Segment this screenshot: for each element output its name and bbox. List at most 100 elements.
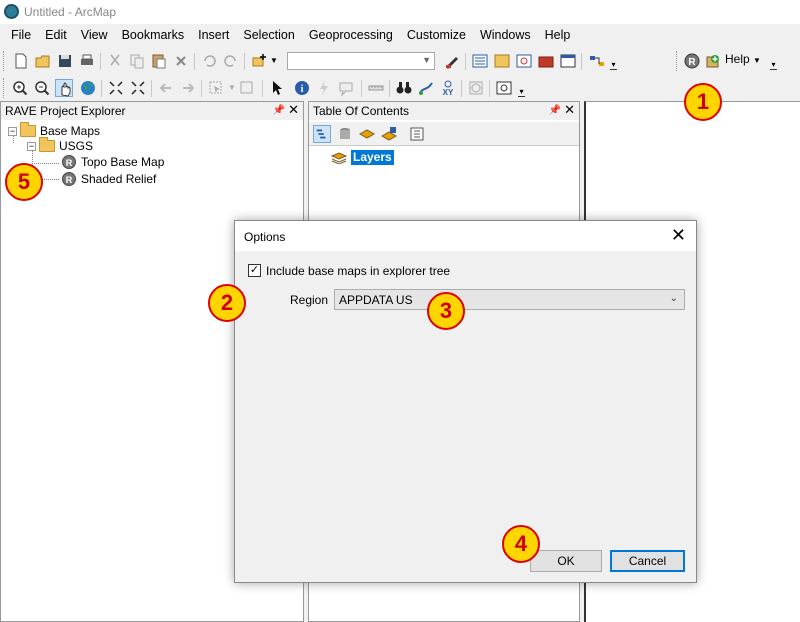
toolbar-separator xyxy=(461,80,462,97)
toc-layers-node[interactable]: Layers xyxy=(331,150,394,165)
collapse-icon[interactable]: − xyxy=(27,141,36,151)
ok-button[interactable]: OK xyxy=(530,550,602,572)
menu-windows[interactable]: Windows xyxy=(473,24,538,46)
arctoolbox-icon[interactable] xyxy=(537,52,555,70)
pin-icon[interactable]: 📌 xyxy=(549,102,561,120)
select-dropdown-icon[interactable]: ▼ xyxy=(228,83,236,92)
toolbar-options-icon[interactable]: ▾ xyxy=(770,60,777,70)
menu-edit[interactable]: Edit xyxy=(38,24,74,46)
cut-icon[interactable] xyxy=(106,52,124,70)
select-features-icon[interactable] xyxy=(207,79,225,97)
toolbar-options-icon[interactable]: ▾ xyxy=(610,60,617,70)
dialog-title: Options xyxy=(244,230,286,244)
include-base-maps-checkbox[interactable]: ✓ xyxy=(248,264,261,277)
model-builder-icon[interactable] xyxy=(588,52,606,70)
menu-insert[interactable]: Insert xyxy=(191,24,236,46)
rave-panel-title: RAVE Project Explorer xyxy=(5,104,126,118)
open-folder-icon[interactable] xyxy=(34,52,52,70)
select-elements-arrow-icon[interactable] xyxy=(268,79,286,97)
delete-icon[interactable] xyxy=(172,52,190,70)
close-icon[interactable]: ✕ xyxy=(288,101,299,119)
toolbar-separator xyxy=(489,80,490,97)
tree-node-base-maps[interactable]: − Base Maps xyxy=(8,122,100,139)
create-viewer-window-icon[interactable] xyxy=(495,79,513,97)
tree-item-shaded-relief[interactable]: R Shaded Relief xyxy=(62,171,156,187)
measure-icon[interactable] xyxy=(367,79,385,97)
fixed-zoom-out-icon[interactable] xyxy=(129,79,147,97)
layers-label: Layers xyxy=(351,150,394,165)
include-base-maps-label[interactable]: Include base maps in explorer tree xyxy=(266,264,450,278)
pin-icon[interactable]: 📌 xyxy=(273,102,285,120)
toolbar-options-icon[interactable]: ▾ xyxy=(518,87,525,97)
close-icon[interactable]: ✕ xyxy=(564,101,575,119)
full-extent-globe-icon[interactable] xyxy=(79,79,97,97)
standard-toolbar: ▼ ▼ ▾ R Help ▼ ▾ xyxy=(0,47,800,75)
go-to-xy-icon[interactable]: XY xyxy=(439,79,457,97)
list-by-source-icon[interactable] xyxy=(336,125,354,143)
find-route-icon[interactable] xyxy=(417,79,435,97)
tree-item-topo-base-map[interactable]: R Topo Base Map xyxy=(62,154,164,170)
dialog-title-bar: Options ✕ xyxy=(235,221,696,251)
toolbar-separator xyxy=(100,53,101,70)
region-label: Region xyxy=(290,293,329,307)
redo-icon[interactable] xyxy=(222,52,240,70)
rave-r-icon[interactable]: R xyxy=(683,52,701,70)
list-by-selection-icon[interactable] xyxy=(380,125,398,143)
toolbar-separator xyxy=(101,80,102,97)
back-extent-icon[interactable] xyxy=(157,79,175,97)
html-popup-icon[interactable] xyxy=(337,79,355,97)
new-document-icon[interactable] xyxy=(12,52,30,70)
add-data-dropdown-icon[interactable]: ▼ xyxy=(270,56,278,65)
checkmark-icon: ✓ xyxy=(249,264,260,276)
panel-header: Table Of Contents 📌 ✕ xyxy=(309,102,579,120)
clear-selection-icon[interactable] xyxy=(238,79,256,97)
forward-extent-icon[interactable] xyxy=(179,79,197,97)
search-window-icon[interactable] xyxy=(515,52,533,70)
pan-hand-icon[interactable] xyxy=(55,79,73,97)
region-select[interactable]: APPDATA US ⌄ xyxy=(334,289,685,310)
svg-text:i: i xyxy=(301,84,304,95)
editor-toolbar-icon[interactable] xyxy=(443,52,461,70)
toolbar-grip[interactable] xyxy=(676,51,679,71)
paste-icon[interactable] xyxy=(150,52,168,70)
callout-marker-2: 2 xyxy=(208,284,246,322)
find-binoculars-icon[interactable] xyxy=(395,79,413,97)
add-data-icon[interactable] xyxy=(250,52,268,70)
menu-selection[interactable]: Selection xyxy=(236,24,301,46)
callout-marker-4: 4 xyxy=(502,525,540,563)
toolbar-separator xyxy=(465,53,466,70)
copy-icon[interactable] xyxy=(128,52,146,70)
menu-geoprocessing[interactable]: Geoprocessing xyxy=(302,24,400,46)
menu-customize[interactable]: Customize xyxy=(400,24,473,46)
undo-icon[interactable] xyxy=(200,52,218,70)
rave-layer-r-icon: R xyxy=(62,172,76,186)
zoom-in-icon[interactable] xyxy=(11,79,29,97)
fixed-zoom-in-icon[interactable] xyxy=(107,79,125,97)
hyperlink-lightning-icon[interactable] xyxy=(315,79,333,97)
add-to-map-icon[interactable] xyxy=(704,52,722,70)
table-of-contents-icon[interactable] xyxy=(471,52,489,70)
menu-help[interactable]: Help xyxy=(538,24,578,46)
tree-node-usgs[interactable]: − USGS xyxy=(27,137,93,154)
print-icon[interactable] xyxy=(78,52,96,70)
list-by-drawing-order-icon[interactable] xyxy=(313,125,331,143)
save-icon[interactable] xyxy=(56,52,74,70)
toc-options-icon[interactable] xyxy=(408,125,426,143)
zoom-out-icon[interactable] xyxy=(33,79,51,97)
time-slider-icon[interactable] xyxy=(467,79,485,97)
menu-file[interactable]: File xyxy=(4,24,38,46)
toolbar-grip[interactable] xyxy=(3,78,6,98)
close-icon[interactable]: ✕ xyxy=(671,225,686,245)
identify-info-icon[interactable]: i xyxy=(293,79,311,97)
help-menu-button[interactable]: Help ▼ xyxy=(725,52,761,66)
python-window-icon[interactable] xyxy=(559,52,577,70)
menu-view[interactable]: View xyxy=(74,24,115,46)
callout-marker-5: 5 xyxy=(5,163,43,201)
cancel-button[interactable]: Cancel xyxy=(610,550,685,572)
map-scale-combo[interactable]: ▼ xyxy=(287,52,435,70)
collapse-icon[interactable]: − xyxy=(8,126,17,136)
list-by-visibility-icon[interactable] xyxy=(358,125,376,143)
toolbar-grip[interactable] xyxy=(3,51,6,71)
menu-bookmarks[interactable]: Bookmarks xyxy=(115,24,192,46)
catalog-icon[interactable] xyxy=(493,52,511,70)
